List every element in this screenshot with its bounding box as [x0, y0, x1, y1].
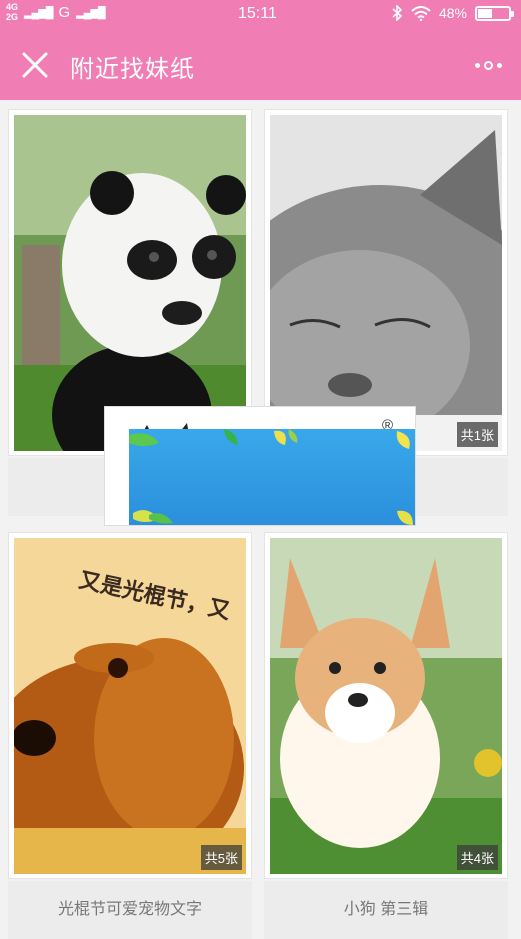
photo-count-badge: 共4张: [456, 845, 498, 870]
nav-bar: 附近找妹纸: [0, 30, 521, 100]
clock: 15:11: [238, 5, 277, 22]
photo-count-badge: 共5张: [200, 845, 242, 870]
bluetooth-icon: [392, 5, 403, 21]
album-card-cat[interactable]: 共1张: [264, 109, 508, 456]
battery-percent: 48%: [438, 5, 467, 21]
album-caption-dog[interactable]: 光棍节可爱宠物文字: [8, 881, 252, 939]
album-photo-dog: 又是光棍节，又 共5张: [14, 538, 246, 874]
more-icon[interactable]: [473, 56, 503, 74]
album-photo-panda: [14, 115, 246, 451]
ad-banner-image[interactable]: [129, 429, 415, 525]
page-title: 附近找妹纸: [70, 56, 195, 83]
battery-icon: [475, 5, 514, 21]
album-card-dog[interactable]: 又是光棍节，又 共5张: [8, 532, 252, 879]
carrier-label: G: [58, 3, 71, 21]
signal-area: 4G 2G ▂▄▆█ G ▂▄▆█: [6, 2, 106, 22]
album-card-panda[interactable]: [8, 109, 252, 456]
battery-fill: [478, 8, 493, 18]
photo-count-badge: 共1张: [456, 422, 498, 447]
album-photo-corgi: 共4张: [270, 538, 502, 874]
wifi-icon: [411, 5, 431, 21]
network-type-bottom: 2G: [6, 12, 19, 22]
album-card-corgi[interactable]: 共4张: [264, 532, 508, 879]
status-icons: 48%: [391, 5, 514, 21]
album-caption-corgi[interactable]: 小狗 第三辑: [264, 881, 508, 939]
network-type-top: 4G: [6, 2, 19, 12]
ad-banner[interactable]: ®: [104, 406, 416, 526]
signal-icon-2: ▂▄▆█: [76, 6, 105, 19]
status-bar: 4G 2G ▂▄▆█ G ▂▄▆█ 15:11 48%: [0, 0, 521, 30]
close-icon[interactable]: [18, 48, 52, 82]
album-photo-cat: 共1张: [270, 115, 502, 451]
signal-icon: ▂▄▆█: [24, 6, 53, 19]
